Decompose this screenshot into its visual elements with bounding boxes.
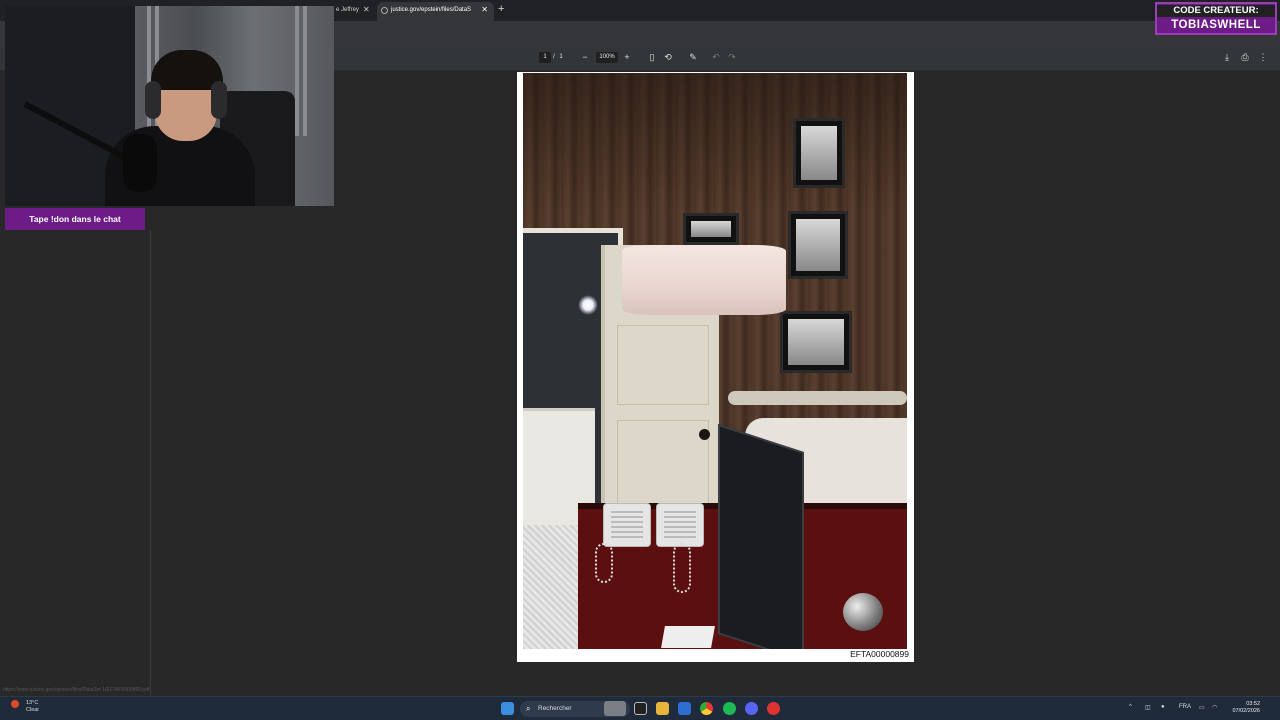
globe-icon [381,7,388,14]
spotify-icon[interactable] [723,702,736,715]
weather-widget[interactable]: 13°C Clear [11,700,40,714]
keyboard [661,626,715,648]
rotate-icon[interactable]: ⟲ [662,51,674,63]
phone-cord [673,543,691,593]
zoom-out-button[interactable]: − [579,51,591,63]
computer-monitor [718,424,804,649]
creator-code-title: CODE CREATEUR: [1157,5,1275,17]
mirror-light-reflection [578,295,598,315]
new-tab-button[interactable]: + [498,3,504,15]
search-placeholder: Rechercher [538,705,572,712]
app-icon[interactable] [767,702,780,715]
system-clock[interactable]: 03:52 07/02/2026 [1228,701,1260,715]
tray-chevron-icon[interactable]: ^ [1129,704,1132,710]
headphone-icon [211,81,227,119]
zoom-in-button[interactable]: + [621,51,633,63]
download-icon[interactable]: ⤓ [1221,51,1233,63]
clock-date: 07/02/2026 [1232,708,1260,714]
store-icon[interactable] [678,702,691,715]
redo-icon[interactable]: ↷ [726,51,738,63]
page-number-input[interactable]: 1 [539,52,551,63]
microphone-icon [123,134,157,192]
page-total: 1 [559,54,563,60]
discord-icon[interactable] [745,702,758,715]
framed-portrait [788,211,848,279]
status-bar-url: https://www.justice.gov/epstein/files/Da… [3,687,150,693]
tab-jeffrey[interactable]: e Jeffrey ✕ [334,2,376,21]
weather-desc: Clear [26,707,40,713]
zoom-level-input[interactable]: 100% [596,52,618,63]
sofa-back [728,391,907,405]
mic-arm [23,101,133,163]
print-icon[interactable]: ⎙ [1239,51,1251,63]
framed-portrait [683,213,739,245]
tray-display-icon[interactable]: ▭ [1199,704,1205,711]
creator-code-name: TOBIASWHELL [1171,19,1261,31]
silver-teapot [843,593,883,631]
tab-label: e Jeffrey [336,7,359,13]
tab-label: justice.gov/epstein/files/DataS [391,7,472,13]
cam-wall-stripe [303,6,307,136]
chat-call-to-action: Tape !don dans le chat [5,208,145,230]
file-explorer-icon[interactable] [656,702,669,715]
pdf-page: EFTA00000899 [517,72,914,662]
tab-justice-gov[interactable]: justice.gov/epstein/files/DataS ✕ [377,2,494,21]
language-indicator[interactable]: FRA [1179,704,1191,710]
task-view-icon[interactable] [634,702,647,715]
undo-icon[interactable]: ↶ [710,51,722,63]
headphone-icon [145,81,161,119]
search-icon: ⌕ [526,704,531,713]
carpet [523,525,583,649]
tray-mic-icon[interactable]: ● [1161,704,1165,710]
sidebar-divider [150,230,151,696]
document-page-id: EFTA00000899 [850,649,909,659]
lamp-shade [622,245,786,315]
fit-page-icon[interactable]: ▯ [646,51,658,63]
ceiling-shadow [523,73,907,213]
door-knob [699,429,710,440]
annotate-pen-icon[interactable]: ✎ [687,51,699,63]
weather-alert-icon [11,700,19,708]
desk-phone [603,503,651,547]
creator-code-badge: CODE CREATEUR: TOBIASWHELL [1155,2,1277,35]
chrome-icon[interactable] [700,702,713,715]
desk-phone [656,503,704,547]
framed-portrait [793,118,845,188]
webcam-overlay [5,6,334,206]
tray-network-icon[interactable]: ◫ [1145,704,1151,711]
taskbar: 13°C Clear ⌕ Rechercher ^ ◫ ● FRA ▭ ◠ 03… [0,696,1280,720]
tab-close-icon[interactable]: ✕ [363,2,370,18]
cam-wall-stripe [295,6,299,136]
clock-time: 03:52 [1246,701,1260,707]
framed-portrait [780,311,852,373]
tab-close-icon[interactable]: ✕ [481,2,488,18]
phone-cord [595,543,613,583]
windows-start-icon[interactable] [501,702,514,715]
tray-wifi-icon[interactable]: ◠ [1212,704,1217,711]
search-highlight-icon[interactable] [604,701,626,716]
more-options-icon[interactable]: ⋮ [1257,51,1269,63]
document-photograph [523,73,907,649]
